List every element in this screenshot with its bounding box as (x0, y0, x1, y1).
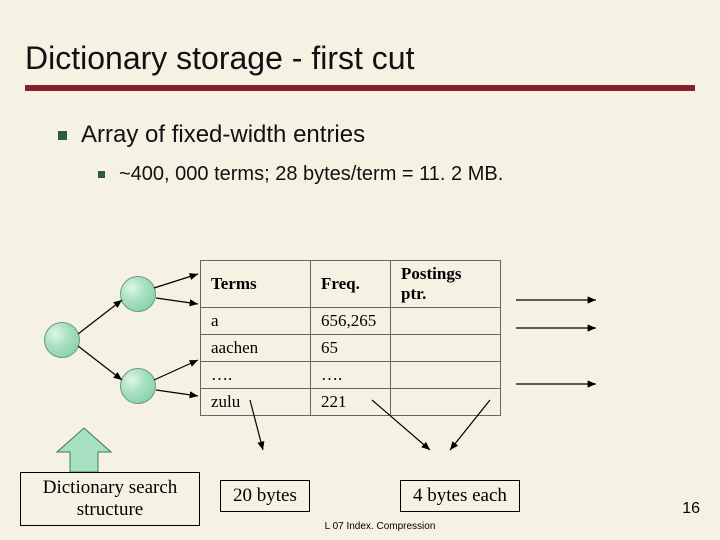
title-rule (25, 85, 695, 91)
bytes-20-box: 20 bytes (220, 480, 310, 512)
footer-text: L 07 Index. Compression (20, 521, 720, 532)
tree-edge (154, 274, 198, 288)
page-number: 16 (682, 500, 700, 518)
block-arrow-up-icon (53, 426, 115, 474)
bytes-4-box: 4 bytes each (400, 480, 520, 512)
bullet-level2: ~400, 000 terms; 28 bytes/term = 11. 2 M… (98, 163, 700, 186)
slide: Dictionary storage - first cut Array of … (0, 0, 720, 540)
square-bullet-icon (58, 131, 67, 140)
tree-edge (156, 298, 198, 304)
tree-edge (78, 346, 122, 380)
bullet2-text: ~400, 000 terms; 28 bytes/term = 11. 2 M… (119, 163, 503, 186)
slide-title: Dictionary storage - first cut (25, 40, 700, 77)
connector-4bytes-freq (372, 400, 430, 450)
bullet-level1: Array of fixed-width entries (58, 121, 700, 149)
connector-20bytes (250, 400, 263, 450)
connector-4bytes-ptr (450, 400, 490, 450)
tree-edge (78, 300, 122, 334)
tree-edge (154, 360, 198, 380)
dictionary-search-structure-box: Dictionary search structure (20, 472, 200, 526)
tree-edge (156, 390, 198, 396)
bullet1-text: Array of fixed-width entries (81, 121, 365, 149)
square-bullet-icon (98, 171, 105, 178)
dict-label: Dictionary search structure (43, 477, 178, 521)
